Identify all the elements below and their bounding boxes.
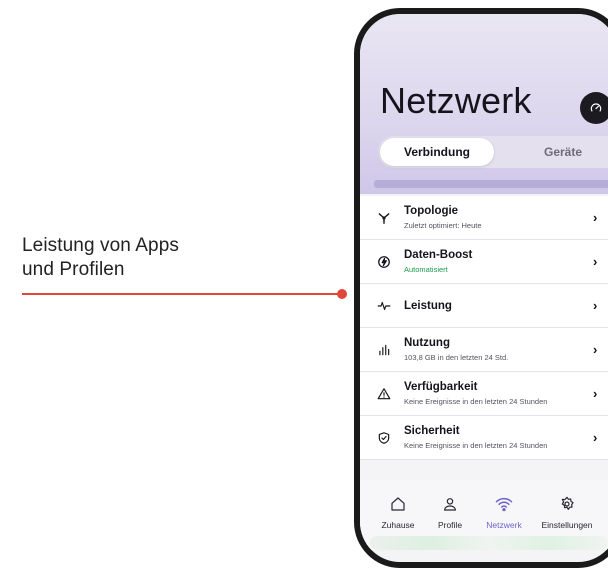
- callout-pointer-line: [22, 293, 342, 295]
- page-title: Netzwerk: [380, 80, 532, 121]
- callout-line-1: Leistung von Apps: [22, 235, 179, 256]
- chevron-right-icon: ›: [593, 342, 598, 357]
- segmented-control: Verbindung Geräte: [378, 136, 608, 168]
- list-item-verfuegbarkeit[interactable]: Verfügbarkeit Keine Ereignisse in den le…: [360, 372, 608, 416]
- tab-verbindung[interactable]: Verbindung: [380, 138, 494, 166]
- list-item-title: Sicherheit: [404, 425, 460, 437]
- tab-label: Einstellungen: [541, 520, 593, 530]
- tab-zuhause[interactable]: Zuhause: [368, 494, 428, 530]
- tab-netzwerk[interactable]: Netzwerk: [474, 494, 534, 530]
- usage-bars-icon: [376, 342, 392, 358]
- chevron-right-icon: ›: [593, 254, 598, 269]
- wifi-icon: [474, 494, 534, 514]
- bottom-tab-bar: Zuhause Profile Netzwerk Einstellungen: [360, 480, 608, 550]
- tab-label: Netzwerk: [486, 520, 522, 530]
- callout-line-2: und Profilen: [22, 259, 125, 280]
- list-item-subtitle: Keine Ereignisse in den letzten 24 Stund…: [404, 397, 548, 406]
- list-item-subtitle: Automatisiert: [404, 265, 448, 274]
- warning-icon: [376, 386, 392, 402]
- bottom-glow: [370, 536, 608, 550]
- tab-profile[interactable]: Profile: [420, 494, 480, 530]
- tab-label: Profile: [437, 520, 463, 530]
- list-item-title: Leistung: [404, 299, 452, 312]
- list-item-subtitle: Keine Ereignisse in den letzten 24 Stund…: [404, 441, 548, 450]
- list-item-sicherheit[interactable]: Sicherheit Keine Ereignisse in den letzt…: [360, 416, 608, 460]
- chevron-right-icon: ›: [593, 430, 598, 445]
- speed-test-button[interactable]: [580, 92, 608, 124]
- list-item-subtitle: 103,8 GB in den letzten 24 Std.: [404, 353, 509, 362]
- tab-label: Zuhause: [381, 520, 415, 530]
- chevron-right-icon: ›: [593, 210, 598, 225]
- header-band: [374, 180, 608, 188]
- boost-icon: [376, 254, 392, 270]
- tab-geraete[interactable]: Geräte: [508, 138, 608, 166]
- list-item-title: Topologie: [404, 205, 459, 217]
- profile-icon: [420, 494, 480, 514]
- phone-screen: Netzwerk Verbindung Geräte Topologie Zul…: [360, 14, 608, 562]
- callout-text: Leistung von Apps und Profilen: [22, 234, 352, 282]
- callout-pointer-dot: [337, 289, 347, 299]
- settings-gear-icon: [532, 494, 602, 514]
- speedometer-icon: [590, 103, 602, 112]
- settings-list: Topologie Zuletzt optimiert: Heute › Dat…: [360, 196, 608, 460]
- phone-frame: Netzwerk Verbindung Geräte Topologie Zul…: [354, 8, 608, 568]
- chevron-right-icon: ›: [593, 298, 598, 313]
- shield-check-icon: [376, 430, 392, 446]
- pulse-icon: [376, 298, 392, 314]
- list-item-leistung[interactable]: Leistung ›: [360, 284, 608, 328]
- list-item-title: Nutzung: [404, 337, 450, 349]
- list-item-topologie[interactable]: Topologie Zuletzt optimiert: Heute ›: [360, 196, 608, 240]
- tab-einstellungen[interactable]: Einstellungen: [532, 494, 602, 530]
- topology-icon: [376, 210, 392, 226]
- chevron-right-icon: ›: [593, 386, 598, 401]
- list-item-nutzung[interactable]: Nutzung 103,8 GB in den letzten 24 Std. …: [360, 328, 608, 372]
- list-item-title: Verfügbarkeit: [404, 381, 478, 393]
- list-item-title: Daten-Boost: [404, 249, 473, 261]
- list-item-subtitle: Zuletzt optimiert: Heute: [404, 221, 482, 230]
- callout: Leistung von Apps und Profilen: [22, 234, 352, 299]
- home-icon: [368, 494, 428, 514]
- list-item-daten-boost[interactable]: Daten-Boost Automatisiert ›: [360, 240, 608, 284]
